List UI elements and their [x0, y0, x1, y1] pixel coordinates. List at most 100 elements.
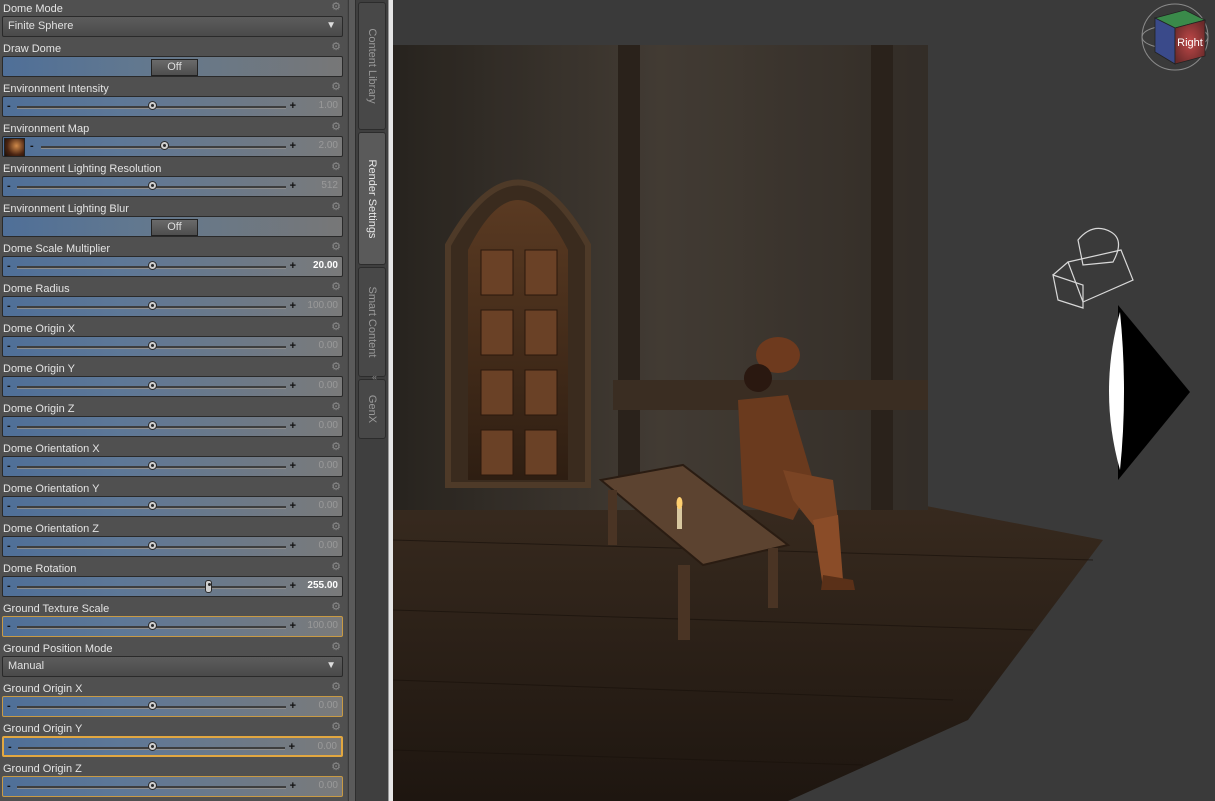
decrement-icon[interactable]: -: [7, 180, 11, 192]
slider-value[interactable]: 0.00: [319, 780, 338, 791]
tab-render-settings[interactable]: Render Settings: [358, 132, 386, 265]
gear-icon[interactable]: ⚙: [331, 2, 341, 13]
viewport-3d[interactable]: Right: [393, 0, 1215, 801]
decrement-icon[interactable]: -: [7, 780, 11, 792]
increment-icon[interactable]: +: [290, 260, 296, 272]
slider-value[interactable]: 0.00: [319, 460, 338, 471]
decrement-icon[interactable]: -: [7, 620, 11, 632]
increment-icon[interactable]: +: [290, 180, 296, 192]
gear-icon[interactable]: ⚙: [331, 642, 341, 653]
slider-track[interactable]: [17, 341, 286, 350]
slider-value[interactable]: 0.00: [319, 700, 338, 711]
gear-icon[interactable]: ⚙: [331, 562, 341, 573]
slider-value[interactable]: 1.00: [319, 100, 338, 111]
increment-icon[interactable]: +: [289, 741, 295, 753]
slider-track[interactable]: [17, 701, 286, 710]
increment-icon[interactable]: +: [290, 140, 296, 152]
slider-ground-origin-z[interactable]: - +0.00: [2, 776, 343, 797]
slider-track[interactable]: [17, 421, 286, 430]
slider-knob[interactable]: [147, 541, 157, 550]
decrement-icon[interactable]: -: [7, 540, 11, 552]
slider-value[interactable]: 20.00: [313, 260, 338, 271]
decrement-icon[interactable]: -: [7, 700, 11, 712]
slider-track[interactable]: [17, 580, 286, 593]
increment-icon[interactable]: +: [290, 620, 296, 632]
slider-track[interactable]: [17, 181, 286, 190]
slider-track[interactable]: [17, 461, 286, 470]
gear-icon[interactable]: ⚙: [331, 602, 341, 613]
slider-ground-texture-scale[interactable]: - +100.00: [2, 616, 343, 637]
environment-map-thumbnail[interactable]: [4, 138, 25, 157]
slider-track[interactable]: [17, 301, 286, 310]
decrement-icon[interactable]: -: [7, 100, 11, 112]
gear-icon[interactable]: ⚙: [331, 482, 341, 493]
gear-icon[interactable]: ⚙: [331, 762, 341, 773]
tab-genx[interactable]: GenX: [358, 379, 386, 439]
increment-icon[interactable]: +: [290, 580, 296, 592]
slider-track[interactable]: [17, 381, 286, 390]
panel-scrollbar-thumb[interactable]: [348, 0, 355, 801]
increment-icon[interactable]: +: [290, 340, 296, 352]
slider-knob[interactable]: [147, 181, 157, 190]
gear-icon[interactable]: ⚙: [331, 202, 341, 213]
slider-value[interactable]: 512: [321, 180, 338, 191]
slider-track[interactable]: [17, 501, 286, 510]
gear-icon[interactable]: ⚙: [331, 82, 341, 93]
slider-dome-rotation[interactable]: - +255.00: [2, 576, 343, 597]
slider-ground-origin-x[interactable]: - +0.00: [2, 696, 343, 717]
decrement-icon[interactable]: -: [30, 140, 34, 152]
slider-value[interactable]: 100.00: [307, 620, 338, 631]
toggle-off-button[interactable]: Off: [151, 59, 198, 76]
slider-dome-origin-x[interactable]: - +0.00: [2, 336, 343, 357]
slider-value[interactable]: 0.00: [318, 741, 337, 752]
slider-track[interactable]: [17, 541, 286, 550]
decrement-icon[interactable]: -: [8, 741, 12, 753]
decrement-icon[interactable]: -: [7, 580, 11, 592]
increment-icon[interactable]: +: [290, 700, 296, 712]
slider-knob[interactable]: [147, 621, 157, 630]
slider-dome-scale-multiplier[interactable]: - +20.00: [2, 256, 343, 277]
slider-track[interactable]: [17, 781, 286, 790]
slider-environment-map[interactable]: - +2.00: [2, 136, 343, 157]
slider-value[interactable]: 255.00: [307, 580, 338, 591]
increment-icon[interactable]: +: [290, 300, 296, 312]
increment-icon[interactable]: +: [290, 460, 296, 472]
slider-dome-origin-z[interactable]: - +0.00: [2, 416, 343, 437]
slider-knob[interactable]: [147, 381, 157, 390]
slider-value[interactable]: 100.00: [307, 300, 338, 311]
dropdown-dome-mode[interactable]: Finite Sphere ▼: [2, 16, 343, 37]
slider-dome-orientation-y[interactable]: - +0.00: [2, 496, 343, 517]
slider-track[interactable]: [17, 261, 286, 270]
dropdown-ground-position-mode[interactable]: Manual ▼: [2, 656, 343, 677]
gear-icon[interactable]: ⚙: [331, 282, 341, 293]
slider-knob[interactable]: [147, 261, 157, 270]
gear-icon[interactable]: ⚙: [331, 242, 341, 253]
gear-icon[interactable]: ⚙: [331, 722, 341, 733]
gear-icon[interactable]: ⚙: [331, 402, 341, 413]
gear-icon[interactable]: ⚙: [331, 322, 341, 333]
slider-value[interactable]: 0.00: [319, 340, 338, 351]
slider-value[interactable]: 0.00: [319, 420, 338, 431]
slider-value[interactable]: 0.00: [319, 500, 338, 511]
increment-icon[interactable]: +: [290, 500, 296, 512]
toggle-off-button[interactable]: Off: [151, 219, 198, 236]
increment-icon[interactable]: +: [290, 100, 296, 112]
gear-icon[interactable]: ⚙: [331, 122, 341, 133]
slider-track[interactable]: [41, 141, 286, 150]
slider-dome-radius[interactable]: - +100.00: [2, 296, 343, 317]
slider-knob[interactable]: [159, 141, 169, 150]
gear-icon[interactable]: ⚙: [331, 362, 341, 373]
slider-knob[interactable]: [147, 421, 157, 430]
slider-knob[interactable]: [147, 701, 157, 710]
slider-knob[interactable]: [147, 501, 157, 510]
toggle-environment-lighting-blur[interactable]: Off: [2, 216, 343, 237]
slider-track[interactable]: [17, 621, 286, 630]
slider-knob[interactable]: [204, 580, 212, 593]
slider-knob[interactable]: [147, 742, 157, 751]
increment-icon[interactable]: +: [290, 380, 296, 392]
slider-value[interactable]: 2.00: [319, 140, 338, 151]
increment-icon[interactable]: +: [290, 540, 296, 552]
view-cube[interactable]: Right: [1141, 3, 1209, 71]
gear-icon[interactable]: ⚙: [331, 442, 341, 453]
slider-knob[interactable]: [147, 101, 157, 110]
